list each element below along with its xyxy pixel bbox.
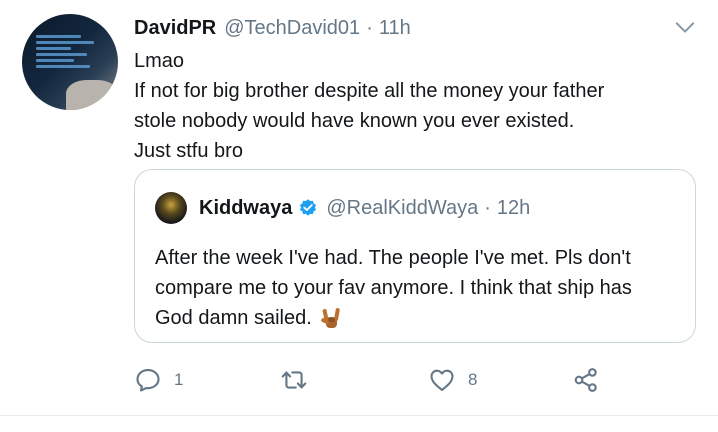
quoted-tweet-header: Kiddwaya @RealKiddWaya · 12h: [155, 192, 530, 224]
chevron-down-icon[interactable]: [674, 16, 696, 38]
share-action[interactable]: [572, 364, 600, 396]
separator-dot: ·: [366, 16, 373, 39]
quoted-author-name: Kiddwaya: [199, 196, 293, 219]
avatar-code-lines: [36, 32, 100, 76]
reply-action[interactable]: 1: [134, 364, 183, 396]
reply-count: 1: [174, 370, 184, 389]
share-icon: [574, 368, 597, 392]
quoted-text-line: After the week I've had. The people I've…: [155, 247, 631, 269]
verified-badge-icon: [300, 199, 317, 216]
avatar-hand: [66, 80, 118, 110]
tweet-text-line: Lmao: [134, 50, 185, 72]
author-handle[interactable]: @TechDavid01: [224, 17, 360, 40]
quoted-author-handle: @RealKiddWaya: [326, 196, 479, 219]
tweet-text-line: stole nobody would have known you ever e…: [134, 110, 575, 132]
quoted-author-avatar: [155, 192, 187, 224]
quoted-tweet-time: 12h: [496, 196, 531, 219]
quoted-tweet-text: After the week I've had. The people I've…: [155, 243, 685, 333]
retweet-action[interactable]: [280, 364, 320, 396]
like-count: 8: [468, 370, 478, 389]
author-avatar[interactable]: [22, 14, 118, 110]
tweet-header: DavidPR @TechDavid01 · 11h: [134, 14, 411, 42]
author-name[interactable]: DavidPR: [134, 17, 216, 40]
quoted-text-line: God damn sailed.: [155, 303, 685, 333]
retweet-icon: [281, 371, 307, 389]
heart-icon: [430, 369, 454, 391]
like-action[interactable]: 8: [428, 364, 477, 396]
tweet-time[interactable]: 11h: [379, 17, 411, 40]
tweet-text: Lmao If not for big brother despite all …: [134, 46, 694, 166]
tweet-text-line: If not for big brother despite all the m…: [134, 80, 605, 102]
quoted-text-line: compare me to your fav anymore. I think …: [155, 277, 632, 299]
reply-icon: [136, 369, 160, 392]
tweet-text-line: Just stfu bro: [134, 140, 243, 162]
sign-of-the-horns-emoji: [320, 307, 340, 328]
quoted-text-span: God damn sailed.: [155, 307, 312, 329]
quoted-tweet-card[interactable]: Kiddwaya @RealKiddWaya · 12h After the w…: [134, 169, 696, 343]
tweet-actions: 1 8: [134, 364, 614, 396]
separator-dot: ·: [484, 196, 491, 219]
tweet-divider: [0, 415, 718, 416]
